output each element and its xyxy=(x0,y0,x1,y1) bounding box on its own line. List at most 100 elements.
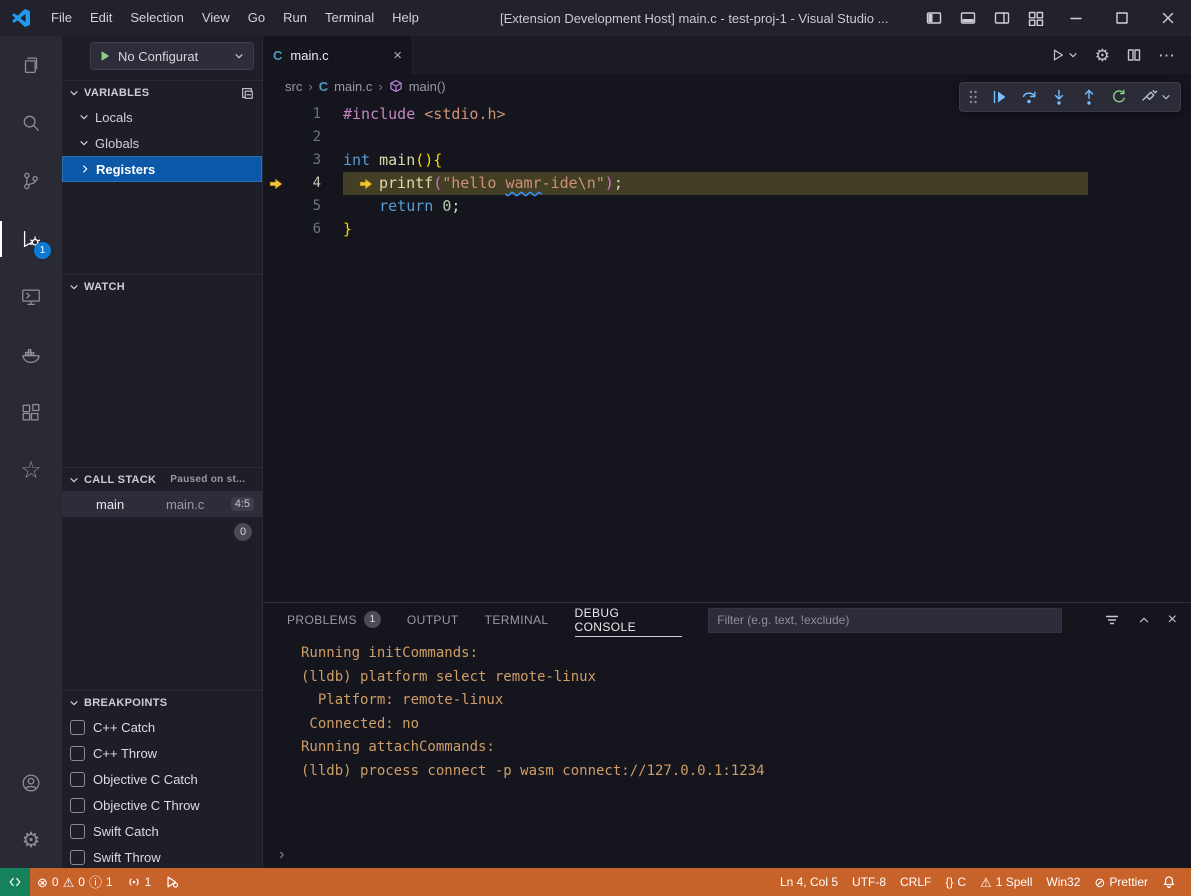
gear-icon[interactable]: ⚙ xyxy=(1095,47,1110,64)
code-line[interactable]: 5 return 0 ; xyxy=(263,195,1191,218)
toggle-secondary-sidebar-icon[interactable] xyxy=(985,0,1019,36)
breakpoint-item-swift-throw[interactable]: Swift Throw xyxy=(62,844,262,870)
tab-problems[interactable]: PROBLEMS 1 xyxy=(287,603,381,637)
activity-source-control[interactable] xyxy=(0,152,62,210)
inline-breakpoint-icon[interactable] xyxy=(359,177,373,191)
customize-layout-icon[interactable] xyxy=(1019,0,1053,36)
more-actions-icon[interactable]: ⋯ xyxy=(1158,47,1175,64)
debug-config-dropdown[interactable]: No Configurat xyxy=(118,49,226,64)
breakpoint-item-objc-catch[interactable]: Objective C Catch xyxy=(62,766,262,792)
activity-extensions[interactable] xyxy=(0,384,62,442)
code-line[interactable]: 2 xyxy=(263,126,1191,149)
tab-terminal[interactable]: TERMINAL xyxy=(485,603,549,637)
debug-console-output[interactable]: Running initCommands: (lldb) platform se… xyxy=(263,637,1191,842)
breakpoint-checkbox[interactable] xyxy=(70,798,85,813)
breakpoint-item-cpp-throw[interactable]: C++ Throw xyxy=(62,740,262,766)
debug-config-bar[interactable]: No Configurat xyxy=(90,42,254,70)
tab-debug-console[interactable]: DEBUG CONSOLE xyxy=(575,603,683,637)
breakpoint-checkbox[interactable] xyxy=(70,850,85,865)
menu-terminal[interactable]: Terminal xyxy=(316,0,383,36)
breakpoint-checkbox[interactable] xyxy=(70,746,85,761)
tab-main-c[interactable]: C main.c × xyxy=(263,36,413,74)
variables-item-locals[interactable]: Locals xyxy=(62,104,262,130)
breakpoint-checkbox[interactable] xyxy=(70,824,85,839)
formatter-status[interactable]: ⊘ Prettier xyxy=(1087,868,1155,896)
debug-toolbar[interactable] xyxy=(959,82,1181,112)
watch-header[interactable]: WATCH xyxy=(62,274,262,298)
chevron-up-icon[interactable] xyxy=(1137,613,1151,627)
code-line-current[interactable]: 4 printf ( "hello wamr -ide\n" ) ; xyxy=(263,172,1191,195)
restart-icon[interactable] xyxy=(1110,88,1128,106)
breakpoints-header[interactable]: BREAKPOINTS xyxy=(62,690,262,714)
activity-remote-explorer[interactable] xyxy=(0,268,62,326)
step-into-icon[interactable] xyxy=(1050,88,1068,106)
current-line-arrow-icon[interactable] xyxy=(263,177,289,191)
menu-selection[interactable]: Selection xyxy=(121,0,192,36)
ports-icon xyxy=(127,875,141,889)
close-tab-icon[interactable]: × xyxy=(393,47,402,64)
breadcrumb-src[interactable]: src xyxy=(285,79,302,94)
breakpoint-checkbox[interactable] xyxy=(70,720,85,735)
activity-accounts[interactable] xyxy=(0,754,62,812)
call-stack-section: CALL STACK Paused on st... main main.c 4… xyxy=(62,467,262,517)
language-indicator[interactable]: {} C xyxy=(938,868,973,896)
console-line: (lldb) process connect -p wasm connect:/… xyxy=(301,760,1191,784)
remote-indicator[interactable] xyxy=(0,868,30,896)
breadcrumb-symbol[interactable]: main() xyxy=(409,79,446,94)
close-button[interactable] xyxy=(1145,0,1191,36)
menu-view[interactable]: View xyxy=(193,0,239,36)
step-over-icon[interactable] xyxy=(1020,88,1038,106)
cursor-position[interactable]: Ln 4, Col 5 xyxy=(773,868,845,896)
menu-go[interactable]: Go xyxy=(239,0,274,36)
code-line[interactable]: 6 } xyxy=(263,218,1191,241)
maximize-button[interactable] xyxy=(1099,0,1145,36)
close-panel-icon[interactable]: × xyxy=(1168,611,1177,629)
tab-output[interactable]: OUTPUT xyxy=(407,603,459,637)
menu-help[interactable]: Help xyxy=(383,0,428,36)
eol-indicator[interactable]: CRLF xyxy=(893,868,938,896)
run-or-debug-button[interactable] xyxy=(1051,48,1079,62)
variables-item-registers[interactable]: Registers xyxy=(62,156,262,182)
console-input[interactable]: › xyxy=(263,842,1191,868)
minimize-button[interactable] xyxy=(1053,0,1099,36)
menu-edit[interactable]: Edit xyxy=(81,0,121,36)
encoding-indicator[interactable]: UTF-8 xyxy=(845,868,893,896)
platform-indicator[interactable]: Win32 xyxy=(1039,868,1087,896)
call-stack-header[interactable]: CALL STACK Paused on st... xyxy=(62,467,262,491)
variables-header[interactable]: VARIABLES xyxy=(62,80,262,104)
variables-item-globals[interactable]: Globals xyxy=(62,130,262,156)
activity-favorites[interactable]: ☆ xyxy=(0,442,62,500)
start-debug-icon[interactable] xyxy=(99,50,111,62)
collapse-all-icon[interactable] xyxy=(240,86,254,100)
disconnect-icon[interactable] xyxy=(1140,88,1172,106)
breakpoint-checkbox[interactable] xyxy=(70,772,85,787)
menu-run[interactable]: Run xyxy=(274,0,316,36)
code-line[interactable]: 3 int main (){ xyxy=(263,149,1191,172)
code-editor[interactable]: 1 #include <stdio.h> 2 3 int xyxy=(263,98,1191,602)
menu-file[interactable]: File xyxy=(42,0,81,36)
ports-status[interactable]: 1 xyxy=(120,868,159,896)
status-bar-right: Ln 4, Col 5 UTF-8 CRLF {} C ⚠ 1 Spell Wi… xyxy=(773,868,1191,896)
breakpoint-item-objc-throw[interactable]: Objective C Throw xyxy=(62,792,262,818)
problems-status[interactable]: ⊗ 0 ⚠ 0 ⓘ 1 xyxy=(30,868,120,896)
call-stack-frame[interactable]: main main.c 4:5 xyxy=(62,491,262,517)
notifications-bell[interactable] xyxy=(1155,868,1183,896)
split-editor-icon[interactable] xyxy=(1126,47,1142,63)
continue-icon[interactable] xyxy=(990,88,1008,106)
debug-status[interactable] xyxy=(158,868,186,896)
spell-checker-status[interactable]: ⚠ 1 Spell xyxy=(973,868,1039,896)
activity-docker[interactable] xyxy=(0,326,62,384)
toggle-sidebar-icon[interactable] xyxy=(917,0,951,36)
activity-search[interactable] xyxy=(0,94,62,152)
activity-run-debug[interactable]: 1 xyxy=(0,210,62,268)
activity-settings[interactable]: ⚙ xyxy=(0,812,62,868)
breadcrumb-file[interactable]: main.c xyxy=(334,79,372,94)
breakpoint-item-cpp-catch[interactable]: C++ Catch xyxy=(62,714,262,740)
console-filter-input[interactable] xyxy=(708,608,1061,633)
filter-lines-icon[interactable] xyxy=(1104,612,1120,628)
breakpoint-item-swift-catch[interactable]: Swift Catch xyxy=(62,818,262,844)
toggle-panel-icon[interactable] xyxy=(951,0,985,36)
step-out-icon[interactable] xyxy=(1080,88,1098,106)
activity-explorer[interactable] xyxy=(0,36,62,94)
drag-grip-icon[interactable] xyxy=(968,88,978,106)
